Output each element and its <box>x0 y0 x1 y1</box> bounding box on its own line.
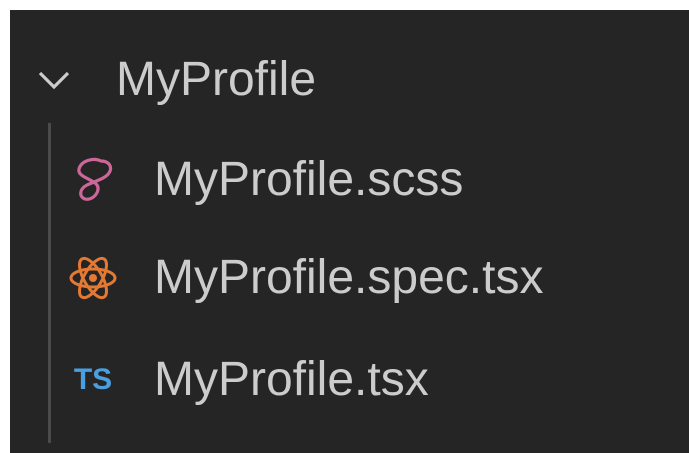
file-explorer: MyProfile MyProfile.scss MyProfile.spec.… <box>10 10 689 453</box>
file-label: MyProfile.scss <box>154 153 464 206</box>
typescript-icon: TS <box>65 352 121 408</box>
folder-label: MyProfile <box>116 53 317 106</box>
chevron-down-icon[interactable] <box>36 62 72 98</box>
typescript-icon-text: TS <box>73 363 113 396</box>
react-icon <box>65 250 121 306</box>
file-label: MyProfile.tsx <box>154 353 429 406</box>
file-row-scss[interactable]: MyProfile.scss <box>10 140 689 230</box>
folder-row-myprofile[interactable]: MyProfile <box>10 40 689 120</box>
file-row-spec[interactable]: MyProfile.spec.tsx <box>10 238 689 328</box>
file-row-tsx[interactable]: TS MyProfile.tsx <box>10 340 689 430</box>
sass-icon <box>65 152 121 208</box>
file-label: MyProfile.spec.tsx <box>154 251 544 304</box>
